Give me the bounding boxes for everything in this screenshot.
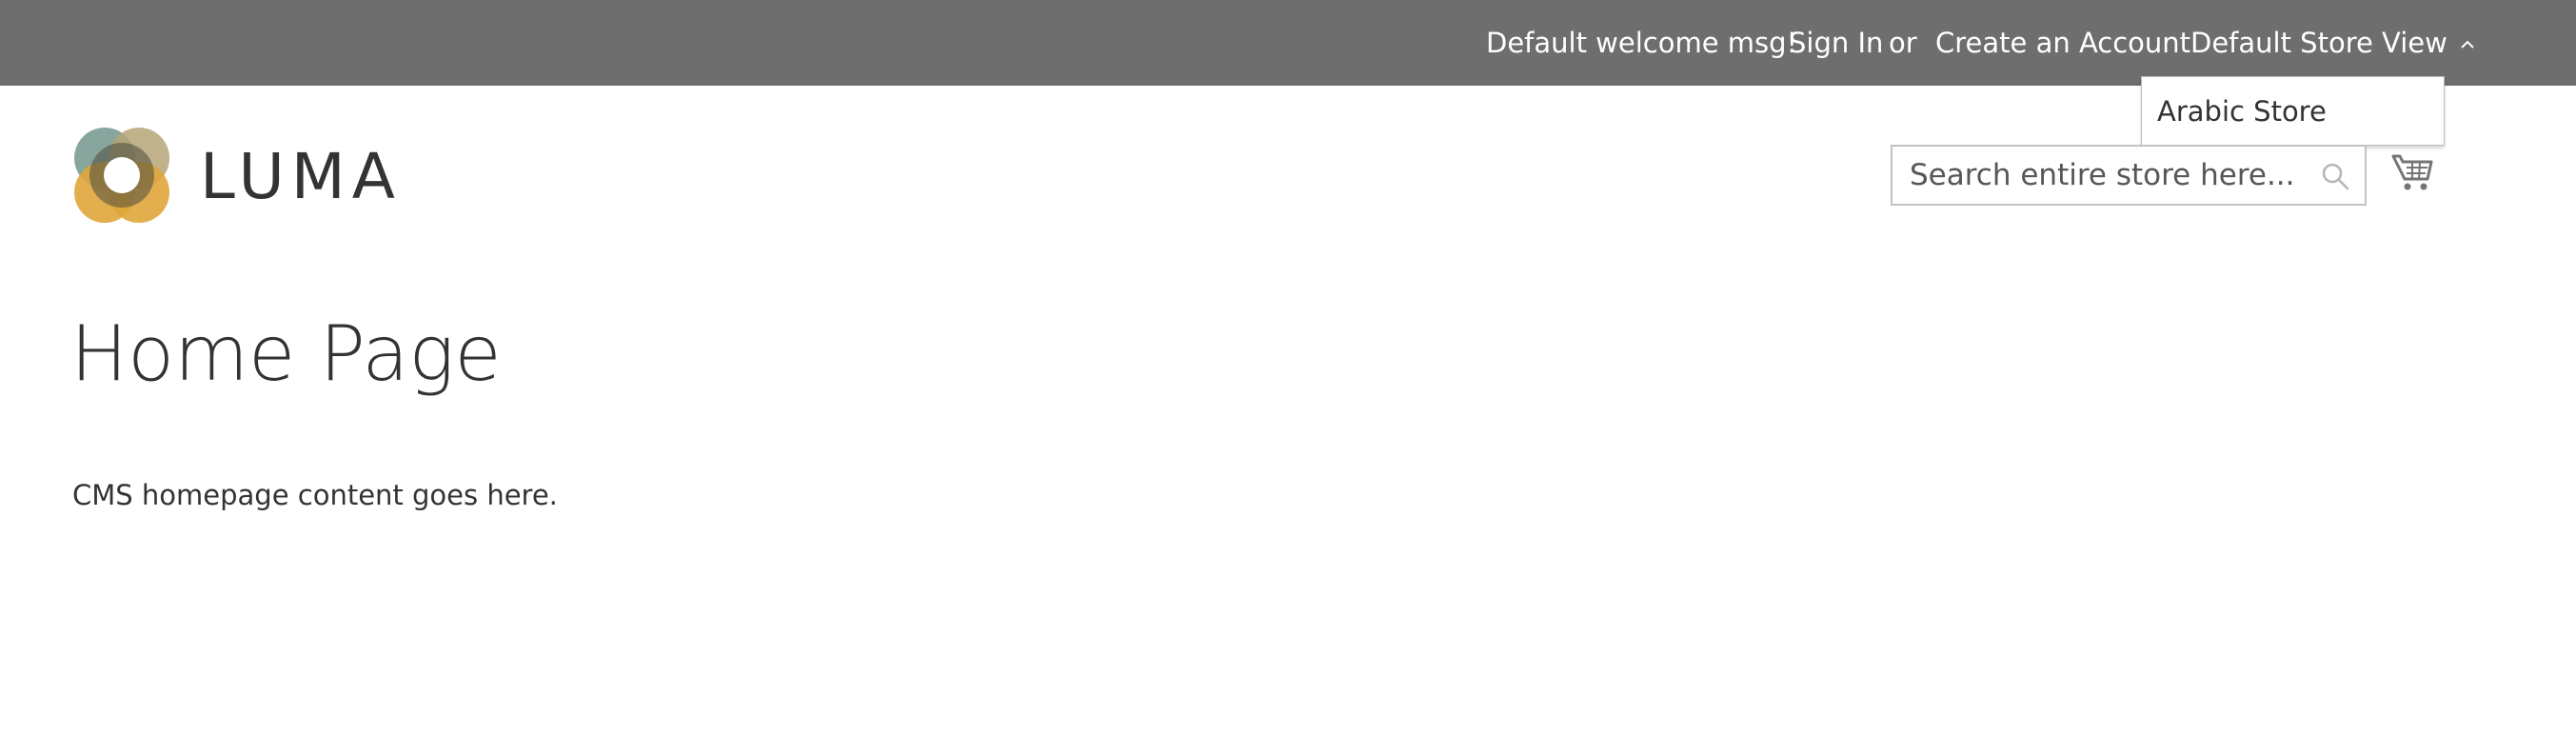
sign-in-link[interactable]: Sign In [1789,24,1883,62]
store-switcher-dropdown: Arabic Store [2141,76,2445,146]
or-separator: or [1889,27,1917,59]
store-switcher-label: Default Store View [2190,27,2447,59]
logo-text: LUMA [200,140,402,213]
page-title: Home Page [70,309,502,398]
store-switcher[interactable]: Default Store View [2190,24,2476,62]
search-input[interactable] [1892,147,2311,204]
store-option-arabic[interactable]: Arabic Store [2157,92,2327,130]
logo[interactable]: LUMA [72,126,396,225]
chevron-up-icon [2461,40,2474,49]
luma-logo-icon [74,128,169,223]
create-account-link[interactable]: Create an Account [1935,24,2190,62]
cart-icon[interactable] [2391,149,2433,194]
search-box [1891,145,2367,206]
welcome-message: Default welcome msg! [1486,27,1798,59]
cms-content: CMS homepage content goes here. [72,479,558,511]
search-icon[interactable] [2321,162,2349,190]
top-panel: Default welcome msg! Sign In or Create a… [0,0,2576,86]
